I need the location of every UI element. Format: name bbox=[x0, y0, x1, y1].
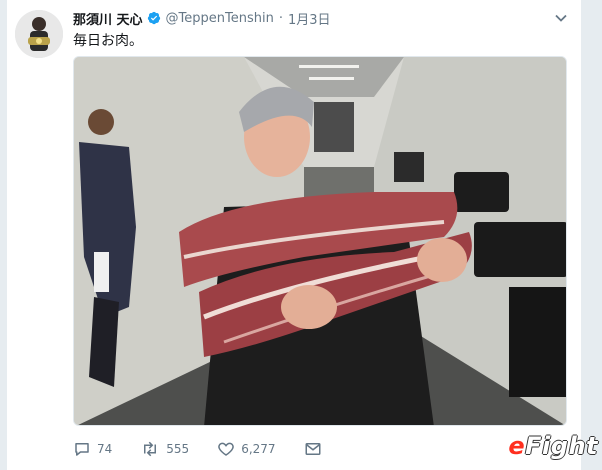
chevron-down-icon[interactable] bbox=[551, 8, 571, 28]
verified-badge-icon bbox=[147, 11, 161, 25]
tweet-photo[interactable] bbox=[73, 56, 567, 426]
tweet-text: 毎日お肉。 bbox=[73, 33, 143, 49]
photo-corridor-meat bbox=[74, 57, 566, 425]
like-button[interactable]: 6,277 bbox=[217, 440, 276, 458]
heart-icon bbox=[218, 442, 234, 456]
watermark-text: Fight bbox=[525, 432, 598, 460]
reply-icon bbox=[75, 443, 89, 456]
like-count: 6,277 bbox=[241, 442, 276, 456]
tweet-timestamp[interactable]: 1月3日 bbox=[288, 9, 331, 28]
reply-button[interactable]: 74 bbox=[73, 440, 112, 458]
tweet-card: 那須川 天心 @TeppenTenshin · 1月3日 毎日お肉。 74 55… bbox=[6, 0, 582, 470]
avatar[interactable] bbox=[15, 10, 63, 58]
retweet-button[interactable]: 555 bbox=[140, 440, 189, 458]
tweet-header: 那須川 天心 @TeppenTenshin · 1月3日 bbox=[73, 8, 571, 28]
separator-dot: · bbox=[278, 10, 283, 26]
author-name[interactable]: 那須川 天心 bbox=[73, 9, 143, 28]
reply-count: 74 bbox=[97, 442, 113, 456]
tweet-actions: 74 555 6,277 bbox=[73, 436, 356, 462]
mail-icon bbox=[305, 443, 321, 455]
direct-message-button[interactable] bbox=[304, 440, 328, 458]
watermark-accent: e bbox=[508, 432, 526, 460]
author-handle[interactable]: @TeppenTenshin bbox=[166, 11, 274, 26]
avatar-photo bbox=[15, 10, 63, 58]
efight-watermark: eFight bbox=[508, 432, 598, 460]
retweet-icon bbox=[144, 441, 157, 457]
retweet-count: 555 bbox=[166, 442, 190, 456]
